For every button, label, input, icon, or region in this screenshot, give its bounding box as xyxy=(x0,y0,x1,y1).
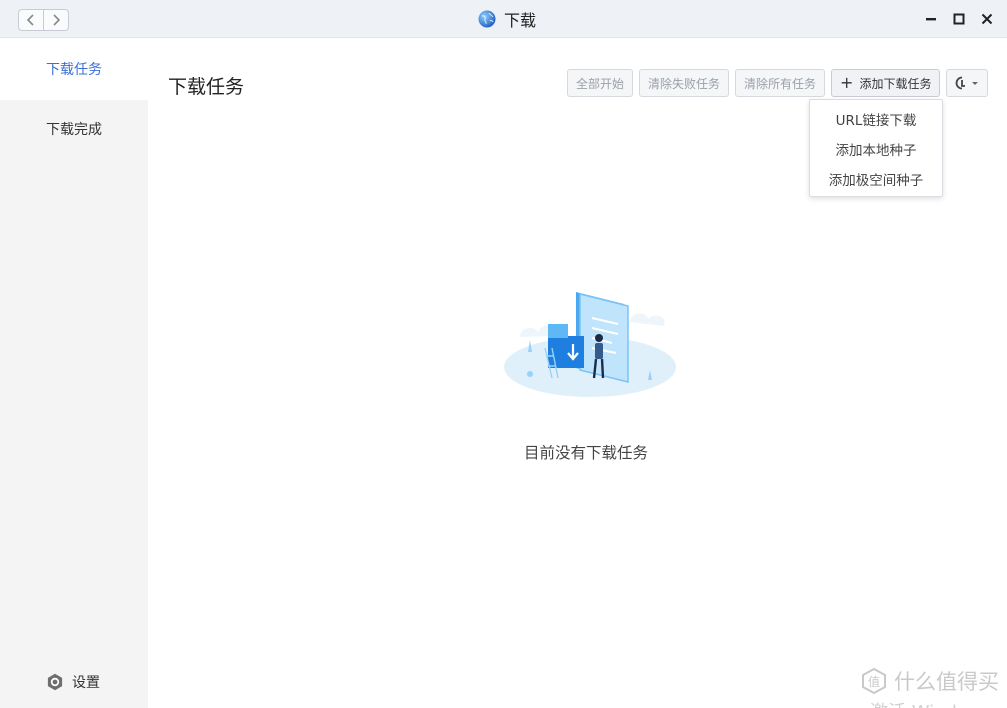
watermark: 值 什么值得买 xyxy=(860,666,999,696)
chevron-right-icon xyxy=(53,14,61,26)
speed-dial-dropdown-icon xyxy=(956,76,979,90)
clear-failed-label: 清除失败任务 xyxy=(648,76,721,91)
nav-button-group xyxy=(18,9,69,31)
title-bar: 下载 xyxy=(0,0,1007,38)
window-title: 下载 xyxy=(504,11,537,30)
toolbar: 全部开始 清除失败任务 清除所有任务 + 添加下载任务 xyxy=(567,69,989,97)
settings-label: 设置 xyxy=(72,675,100,691)
window-title-group: 下载 xyxy=(478,8,536,30)
maximize-button[interactable] xyxy=(949,8,969,30)
sidebar-item-downloads-completed[interactable]: 下载完成 xyxy=(0,98,148,160)
svg-text:值: 值 xyxy=(868,674,880,689)
sidebar-item-download-tasks[interactable]: 下载任务 xyxy=(0,38,148,100)
clear-all-label: 清除所有任务 xyxy=(744,76,817,91)
empty-state-text: 目前没有下载任务 xyxy=(524,444,649,462)
clear-all-button[interactable]: 清除所有任务 xyxy=(735,69,826,97)
empty-state-illustration xyxy=(504,292,676,397)
sidebar-item-label: 下载任务 xyxy=(46,62,102,78)
sidebar-item-label: 下载完成 xyxy=(46,122,102,138)
menu-item-add-zspace-torrent[interactable]: 添加极空间种子 xyxy=(810,164,942,194)
maximize-icon xyxy=(953,13,965,25)
start-all-label: 全部开始 xyxy=(576,76,625,91)
minimize-button[interactable] xyxy=(921,8,941,30)
menu-item-add-local-torrent[interactable]: 添加本地种子 xyxy=(810,134,942,164)
smzdm-logo-icon: 值 xyxy=(862,667,886,695)
chevron-left-icon xyxy=(27,14,34,26)
globe-app-icon xyxy=(478,10,496,28)
watermark-text: 什么值得买 xyxy=(894,670,999,694)
plus-icon: + xyxy=(840,73,854,92)
add-download-menu: URL链接下载 添加本地种子 添加极空间种子 xyxy=(809,99,943,197)
window-controls xyxy=(921,8,997,30)
windows-activation-text: 激活 Windows xyxy=(870,698,992,708)
speed-limit-menu-button[interactable] xyxy=(946,69,989,97)
clear-failed-button[interactable]: 清除失败任务 xyxy=(639,69,730,97)
forward-button[interactable] xyxy=(43,10,68,30)
page-title: 下载任务 xyxy=(168,76,245,98)
menu-item-url-download[interactable]: URL链接下载 xyxy=(810,104,942,134)
back-button[interactable] xyxy=(19,10,43,30)
gear-icon xyxy=(47,673,63,691)
sidebar: 下载任务 下载完成 设置 xyxy=(0,38,148,708)
add-download-label: 添加下载任务 xyxy=(859,76,932,91)
minimize-icon xyxy=(926,18,936,21)
start-all-button[interactable]: 全部开始 xyxy=(567,69,634,97)
close-button[interactable] xyxy=(977,8,997,30)
close-icon xyxy=(981,13,993,25)
add-download-button[interactable]: + 添加下载任务 xyxy=(831,69,941,97)
sidebar-settings[interactable]: 设置 xyxy=(46,672,100,692)
